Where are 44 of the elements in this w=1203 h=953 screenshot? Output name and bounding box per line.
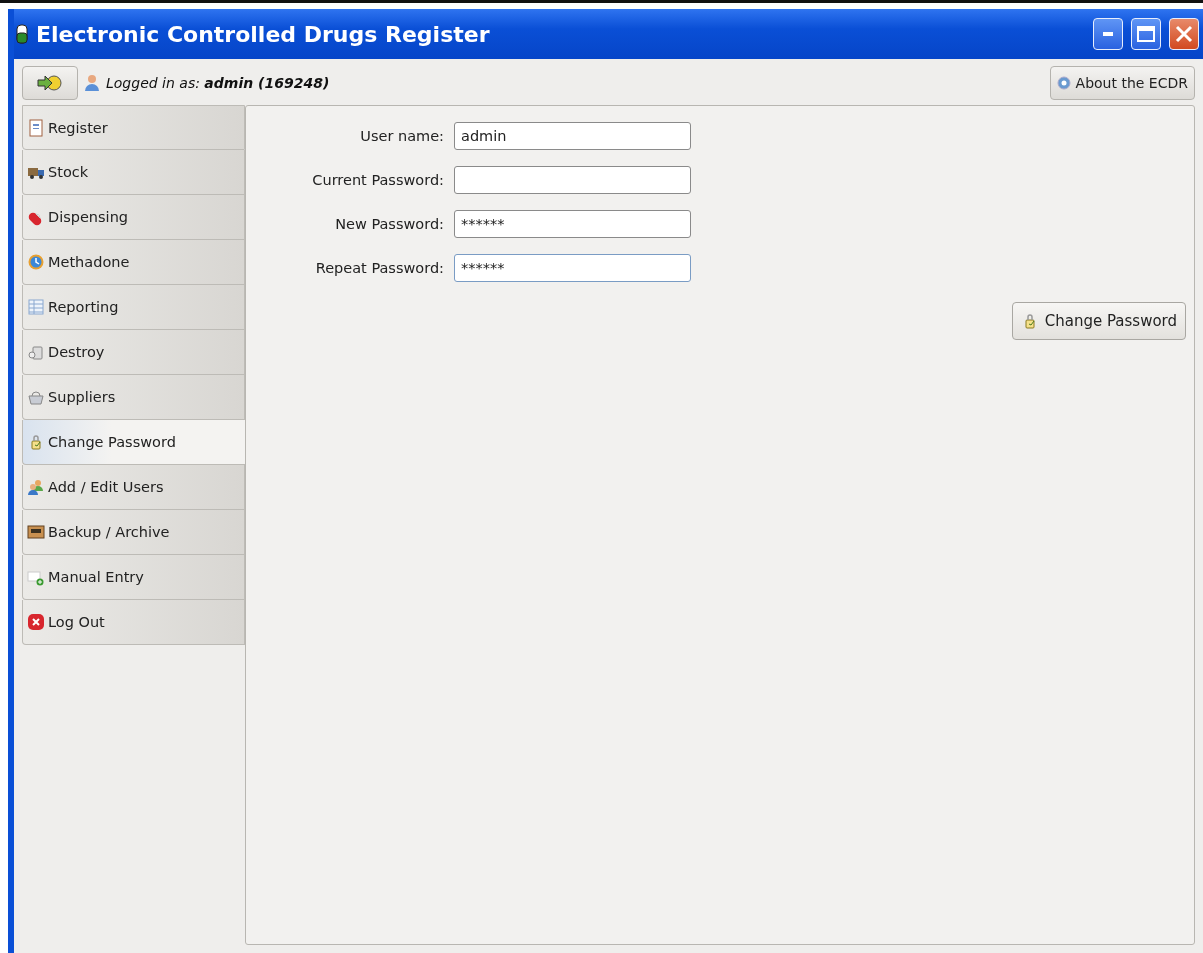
maximize-button[interactable] [1131, 18, 1161, 50]
users-icon [27, 478, 45, 496]
sidebar-tab[interactable]: Dispensing [22, 195, 245, 240]
close-icon [27, 613, 45, 631]
input-field[interactable]: admin [454, 122, 691, 150]
field-label: User name: [359, 128, 444, 144]
switch-user-button[interactable] [22, 66, 78, 100]
arrow-circle-icon [36, 74, 64, 92]
field-label: Current Password: [311, 172, 444, 188]
close-icon [1175, 25, 1193, 43]
clock-icon [27, 253, 45, 271]
sidebar-tab[interactable]: Add / Edit Users [22, 465, 245, 510]
sidebar-tab[interactable]: Suppliers [22, 375, 245, 420]
field-label: Repeat Password: [314, 260, 444, 276]
login-status: Logged in as: admin (169248) [106, 75, 331, 91]
input-field[interactable]: ****** [454, 210, 691, 238]
table-icon [27, 298, 45, 316]
sidebar-tab[interactable]: Manual Entry [22, 555, 245, 600]
maximize-icon [1137, 26, 1155, 42]
close-button[interactable] [1169, 18, 1199, 50]
app-logo-icon [16, 24, 28, 44]
sidebar-tab[interactable]: Methadone [22, 240, 245, 285]
archive-box-icon [27, 523, 45, 541]
document-add-icon [27, 568, 45, 586]
window-title: Electronic Controlled Drugs Register [36, 21, 491, 47]
help-icon [1056, 76, 1071, 90]
sidebar-tab[interactable]: Destroy [22, 330, 245, 375]
minimize-button[interactable] [1093, 18, 1123, 50]
sidebar-tab[interactable]: Stock [22, 150, 245, 195]
input-field[interactable]: ****** [454, 254, 691, 282]
basket-icon [27, 388, 45, 406]
user-icon [84, 74, 100, 92]
about-button[interactable]: About the ECDR [1049, 66, 1195, 100]
sidebar-tab[interactable]: Backup / Archive [22, 510, 245, 555]
input-field[interactable] [454, 166, 691, 194]
minimize-icon [1103, 32, 1113, 36]
sidebar-tab[interactable]: Log Out [22, 600, 245, 645]
sidebar-tab[interactable]: Change Password [22, 420, 245, 465]
sidebar-tab[interactable]: Register [22, 105, 245, 150]
change-password-button[interactable]: Change Password [1011, 302, 1186, 340]
notebook-icon [27, 118, 45, 137]
field-label: New Password: [334, 216, 444, 232]
trash-can-icon [27, 343, 45, 361]
sidebar-tab[interactable]: Reporting [22, 285, 245, 330]
